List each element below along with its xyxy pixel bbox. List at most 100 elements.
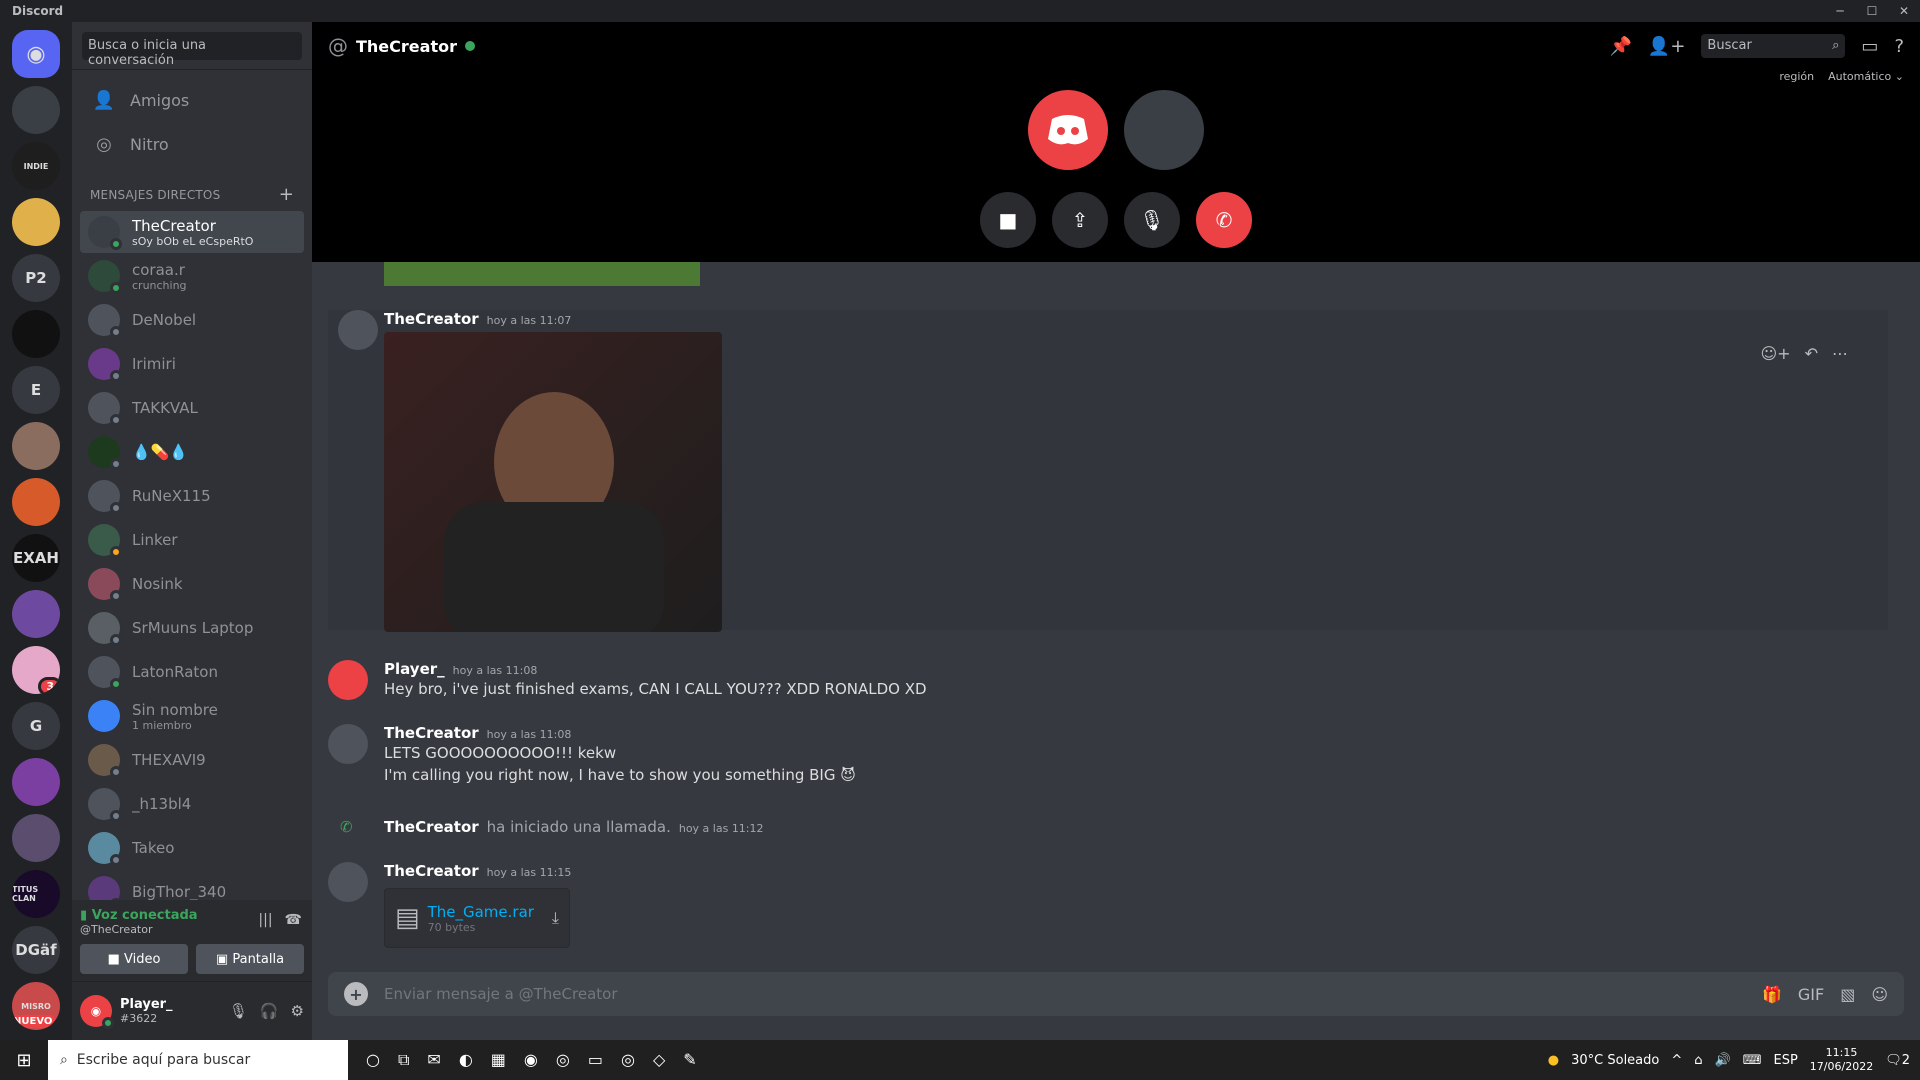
- home-button[interactable]: ◉: [12, 30, 60, 78]
- dm-item[interactable]: THEXAVI9: [80, 739, 304, 781]
- chrome-icon[interactable]: ◎: [556, 1050, 570, 1070]
- image-attachment[interactable]: [384, 332, 722, 632]
- server-icon[interactable]: DGäf: [12, 926, 60, 974]
- dm-item[interactable]: TheCreator sOy bOb eL eCspeRtO: [80, 211, 304, 253]
- hangup-button[interactable]: ✆: [1196, 192, 1252, 248]
- mail-icon[interactable]: ✉: [427, 1050, 440, 1070]
- header-search-input[interactable]: Buscar ⌕: [1701, 34, 1846, 58]
- dm-item[interactable]: 💧💊💧: [80, 431, 304, 473]
- video-button[interactable]: ■ Video: [80, 944, 188, 974]
- camera-button[interactable]: ■: [980, 192, 1036, 248]
- mic-icon[interactable]: 🎙: [229, 1002, 248, 1020]
- network-icon[interactable]: ⌂: [1694, 1053, 1702, 1068]
- server-icon[interactable]: P2: [12, 254, 60, 302]
- disconnect-icon[interactable]: ☎: [285, 912, 302, 928]
- server-icon[interactable]: MISRO NUEVO: [12, 982, 60, 1030]
- tray-chevron-icon[interactable]: ^: [1671, 1053, 1682, 1068]
- message-input[interactable]: Enviar mensaje a @TheCreator: [384, 985, 618, 1003]
- server-icon[interactable]: 3: [12, 646, 60, 694]
- friends-nav[interactable]: 👤 Amigos: [80, 78, 304, 122]
- paint-icon[interactable]: ✎: [683, 1050, 696, 1070]
- dm-item[interactable]: DeNobel: [80, 299, 304, 341]
- sticker-icon[interactable]: ▧: [1840, 985, 1855, 1004]
- dm-item[interactable]: RuNeX115: [80, 475, 304, 517]
- download-icon[interactable]: ⤓: [552, 908, 559, 928]
- message-author[interactable]: TheCreator: [384, 310, 479, 328]
- cortana-icon[interactable]: ○: [366, 1050, 380, 1070]
- explorer-icon[interactable]: ▭: [588, 1050, 603, 1070]
- dm-item[interactable]: _h13bl4: [80, 783, 304, 825]
- dm-item[interactable]: Nosink: [80, 563, 304, 605]
- dm-item[interactable]: Takeo: [80, 827, 304, 869]
- server-icon[interactable]: [12, 758, 60, 806]
- dm-item[interactable]: SrMuuns Laptop: [80, 607, 304, 649]
- weather-text[interactable]: 30°C Soleado: [1571, 1053, 1659, 1068]
- upload-icon[interactable]: +: [344, 982, 368, 1006]
- headset-icon[interactable]: 🎧: [260, 1002, 279, 1020]
- discord-taskbar-icon[interactable]: ◉: [524, 1050, 538, 1070]
- dm-item[interactable]: coraa.r crunching: [80, 255, 304, 297]
- screen-button[interactable]: ▣ Pantalla: [196, 944, 304, 974]
- emoji-icon[interactable]: ☺: [1871, 985, 1888, 1004]
- notifications-icon[interactable]: 🗨2: [1885, 1053, 1910, 1068]
- message-avatar[interactable]: [328, 660, 368, 700]
- dm-item[interactable]: Irimiri: [80, 343, 304, 385]
- dm-item[interactable]: Sin nombre 1 miembro: [80, 695, 304, 737]
- minimize-icon[interactable]: ─: [1824, 4, 1856, 18]
- file-name[interactable]: The_Game.rar: [428, 903, 534, 921]
- nitro-nav[interactable]: ◎ Nitro: [80, 122, 304, 166]
- server-icon[interactable]: EXAH: [12, 534, 60, 582]
- clock[interactable]: 11:15 17/06/2022: [1810, 1046, 1873, 1074]
- server-icon[interactable]: [12, 86, 60, 134]
- message-author[interactable]: TheCreator: [384, 724, 479, 742]
- server-icon[interactable]: [12, 590, 60, 638]
- dm-item[interactable]: TAKKVAL: [80, 387, 304, 429]
- message-author[interactable]: TheCreator: [384, 862, 479, 880]
- server-icon[interactable]: E: [12, 366, 60, 414]
- chrome-profile-icon[interactable]: ◎: [621, 1050, 635, 1070]
- help-icon[interactable]: ?: [1894, 36, 1904, 57]
- dm-item[interactable]: Linker: [80, 519, 304, 561]
- edge-icon[interactable]: ◐: [459, 1050, 473, 1070]
- server-icon[interactable]: TITUS CLAN: [12, 870, 60, 918]
- server-icon[interactable]: G: [12, 702, 60, 750]
- message-author[interactable]: TheCreator: [384, 818, 479, 836]
- more-icon[interactable]: ⋯: [1832, 344, 1848, 363]
- add-friend-icon[interactable]: 👤+: [1648, 36, 1686, 57]
- server-icon[interactable]: [12, 478, 60, 526]
- store-icon[interactable]: ▦: [491, 1050, 506, 1070]
- unity-icon[interactable]: ◇: [653, 1050, 665, 1070]
- message-avatar[interactable]: [338, 310, 378, 350]
- server-icon[interactable]: [12, 422, 60, 470]
- message-avatar[interactable]: [328, 862, 368, 902]
- inbox-icon[interactable]: ▭: [1861, 36, 1878, 57]
- region-selector[interactable]: región Automático ⌄: [1779, 70, 1904, 83]
- add-reaction-icon[interactable]: ☺+: [1761, 344, 1791, 363]
- task-view-icon[interactable]: ⧉: [398, 1050, 409, 1070]
- server-icon[interactable]: [12, 814, 60, 862]
- windows-start-icon[interactable]: ⊞: [0, 1050, 48, 1071]
- pin-icon[interactable]: 📌: [1610, 36, 1632, 57]
- create-dm-icon[interactable]: +: [279, 184, 294, 205]
- gift-icon[interactable]: 🎁: [1762, 985, 1782, 1004]
- maximize-icon[interactable]: ☐: [1856, 4, 1888, 18]
- server-icon[interactable]: INDIE: [12, 142, 60, 190]
- message-author[interactable]: Player_: [384, 660, 445, 678]
- volume-icon[interactable]: 🔊: [1715, 1053, 1731, 1068]
- message-avatar[interactable]: [328, 724, 368, 764]
- gif-icon[interactable]: GIF: [1798, 985, 1824, 1004]
- mute-button[interactable]: 🎙: [1124, 192, 1180, 248]
- dm-search-input[interactable]: Busca o inicia una conversación: [82, 31, 302, 68]
- language-indicator[interactable]: ESP: [1773, 1053, 1797, 1068]
- noise-suppression-icon[interactable]: |||: [258, 912, 272, 928]
- keyboard-icon[interactable]: ⌨: [1743, 1053, 1762, 1068]
- screen-share-button[interactable]: ⇪: [1052, 192, 1108, 248]
- dm-item[interactable]: LatonRaton: [80, 651, 304, 693]
- taskbar-search[interactable]: ⌕ Escribe aquí para buscar: [48, 1040, 348, 1080]
- server-icon[interactable]: [12, 198, 60, 246]
- server-icon[interactable]: [12, 310, 60, 358]
- settings-icon[interactable]: ⚙: [291, 1002, 304, 1020]
- previous-image-attachment[interactable]: [384, 262, 700, 286]
- reply-icon[interactable]: ↶: [1805, 344, 1818, 363]
- close-icon[interactable]: ✕: [1888, 4, 1920, 18]
